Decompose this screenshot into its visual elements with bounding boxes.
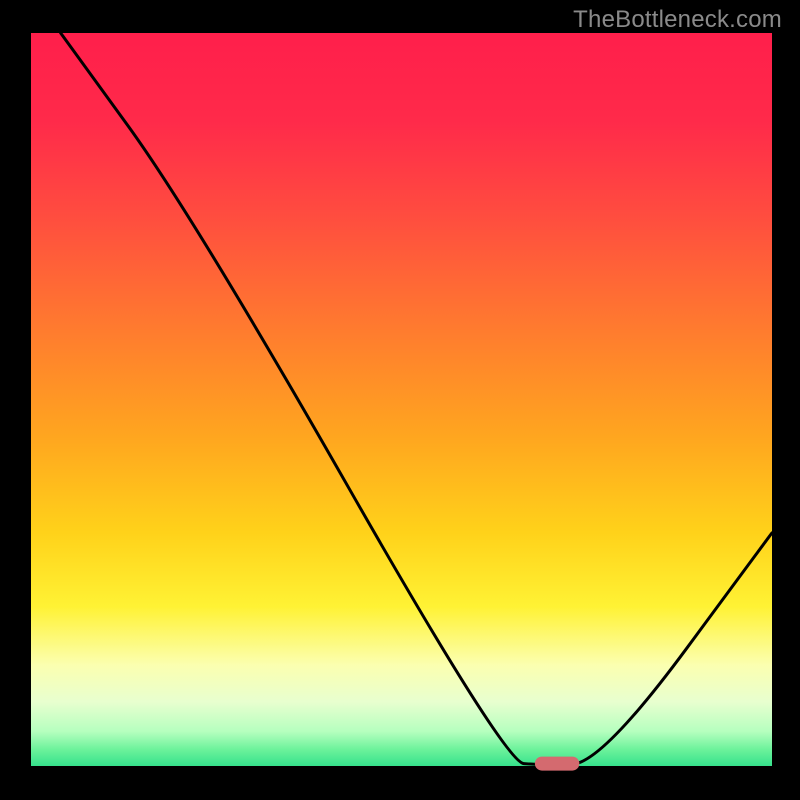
gradient-rect xyxy=(31,33,772,768)
plot-svg xyxy=(0,0,800,800)
watermark-text: TheBottleneck.com xyxy=(573,6,782,34)
optimum-marker xyxy=(535,757,579,771)
chart-root: TheBottleneck.com xyxy=(0,0,800,800)
